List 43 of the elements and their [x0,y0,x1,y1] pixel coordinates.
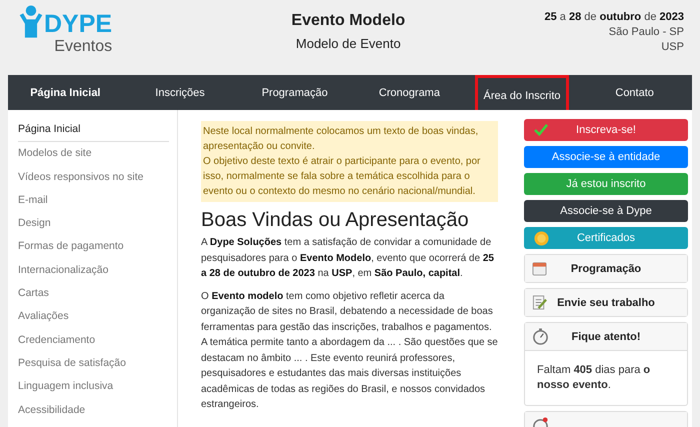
calendar-icon [532,261,547,276]
nav-link[interactable]: Cronograma [352,75,467,110]
action-button[interactable]: Certificados [524,227,688,249]
sidebar-link[interactable]: Credenciamento [18,328,169,352]
event-venue: USP [660,40,684,55]
nav-link[interactable]: Contato [577,75,692,110]
medal-icon [534,230,549,246]
sidebar-link[interactable]: Vídeos responsivos no site [18,166,169,189]
nav-link[interactable]: Inscrições [122,75,238,110]
body-paragraph: A Dype Soluções tem a satisfação de convidar a comunidade de pesquisadores para o Evento Modelo, evento que ocorrerá de 25 a 28 de outubro de 2023 na USP, em São Paulo, capital. [201,236,495,281]
welcome-notice: Neste local normalmente colocamos um texto de boas vindas, apresentação ou convite. O objetivo deste texto é atrair o participante para o evento, por isso, normalmente se fala sobre a temática escolhida para o evento ou o contexto do mesmo no cenário nacional/mundial. [201,121,498,202]
action-button[interactable]: Inscreva-se! [524,119,688,141]
sidebar-link[interactable]: Cartas [18,282,169,306]
event-title: Evento Modelo [291,12,406,30]
stopwatch-icon [532,328,549,345]
sidebar-link[interactable]: Design [18,212,169,236]
body-paragraph: O Evento modelo tem como objetivo refletir acerca da organização de sites no Brasil, debatendo a necessidade de boas ferramentas para gestão das inscrições, trabalhos e pagamentos. A temática permite tanto a abordagem da ... . São questões que se destacam no âmbito ... . Este evento reunirá professores, pesquisadores e estudantes das mais diversas instituições acadêmicas de todas as regiões do Brasil, e nossos convidados estrangeiros. [201,290,498,412]
section-heading: Boas Vindas ou Apresentação [201,209,470,232]
event-dates: 25 a 28 de outubro de 2023 [544,10,684,25]
card-title[interactable]: Programação [570,262,642,274]
nav-link[interactable]: Programação [237,75,352,110]
sidebar-link[interactable]: E-mail [18,188,169,212]
logo-subtitle: Eventos [54,38,112,56]
action-button[interactable]: Associe-se à entidade [524,146,688,168]
action-button[interactable]: Associe-se à Dype [524,200,688,222]
sidebar-link[interactable]: Modelos de site [18,142,169,166]
sidebar-link[interactable]: Avaliações [18,305,169,329]
card-title[interactable]: Fique atento! [571,330,641,342]
sidebar-link[interactable]: Linguagem inclusiva [18,375,169,399]
sidebar-link[interactable]: Página Inicial [18,118,169,142]
person-logo-icon [18,4,44,40]
sidebar-link[interactable]: Pesquisa de satisfação [18,352,169,376]
event-subtitle: Modelo de Evento [294,36,402,51]
action-button[interactable]: Já estou inscrito [524,173,688,195]
document-pencil-icon [532,295,547,310]
nav-link[interactable]: Página Inicial [8,75,123,110]
sidebar-link[interactable]: Internacionalização [18,258,169,282]
countdown-text: Faltam 405 dias para o nosso evento. [525,350,687,405]
checkmark-icon [534,124,548,136]
logo-wordmark: DYPE [44,10,112,38]
sidebar-link[interactable]: Formas de pagamento [18,235,169,259]
sidebar-link[interactable]: Acessibilidade [18,398,169,422]
event-city: São Paulo - SP [608,25,684,40]
